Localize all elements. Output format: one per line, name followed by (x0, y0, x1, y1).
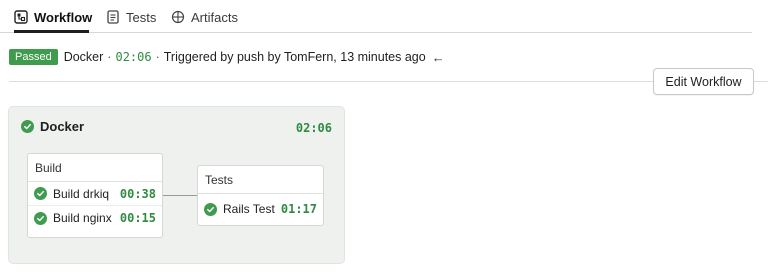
block-connector (163, 195, 197, 196)
job-duration: 00:15 (119, 211, 156, 225)
tab-tests-label: Tests (126, 9, 157, 25)
pipeline-title: Docker (40, 119, 85, 134)
artifacts-icon (171, 10, 185, 24)
back-arrow-icon[interactable]: ← (432, 50, 445, 65)
separator: · (107, 50, 112, 64)
edit-workflow-button[interactable]: Edit Workflow (653, 68, 754, 95)
check-circle-icon (21, 120, 34, 133)
check-circle-icon (204, 202, 217, 216)
pipeline-card: Docker 02:06 Build Build drkiq 00:38 Bui… (8, 106, 345, 264)
divider (9, 81, 659, 82)
tab-artifacts[interactable]: Artifacts (171, 6, 238, 28)
job-build-nginx[interactable]: Build nginx 00:15 (28, 206, 162, 230)
block-build: Build Build drkiq 00:38 Build nginx 00:1… (27, 153, 163, 238)
block-title: Build (28, 154, 162, 182)
job-label: Rails Test (223, 202, 275, 216)
tab-workflow-label: Workflow (34, 9, 93, 25)
job-label: Build nginx (53, 211, 112, 225)
tab-bar: Workflow Tests Artifacts (0, 0, 752, 33)
check-circle-icon (34, 211, 47, 225)
active-tab-indicator (14, 30, 89, 33)
check-circle-icon (34, 187, 47, 200)
job-duration: 01:17 (280, 202, 317, 216)
block-tests: Tests Rails Test 01:17 (197, 165, 324, 226)
tab-tests[interactable]: Tests (106, 6, 156, 28)
workflow-icon (14, 10, 28, 24)
pipeline-name[interactable]: Docker (64, 50, 104, 64)
pipeline-duration: 02:06 (295, 121, 332, 135)
job-build-drkiq[interactable]: Build drkiq 00:38 (28, 182, 162, 206)
separator: · (155, 50, 160, 64)
job-label: Build drkiq (53, 186, 110, 201)
block-title: Tests (198, 166, 323, 194)
pipeline-header: Docker (21, 119, 84, 134)
divider (753, 81, 768, 82)
status-badge: Passed (9, 49, 58, 65)
pipeline-status-line: Passed Docker · 02:06 · Triggered by pus… (9, 48, 445, 66)
trigger-text: Triggered by push by TomFern, 13 minutes… (163, 50, 426, 64)
pipeline-duration: 02:06 (115, 50, 152, 64)
job-rails-test[interactable]: Rails Test 01:17 (198, 194, 323, 224)
job-duration: 00:38 (119, 186, 156, 201)
tab-workflow[interactable]: Workflow (14, 6, 92, 28)
tests-icon (106, 10, 120, 24)
tab-artifacts-label: Artifacts (191, 9, 238, 25)
